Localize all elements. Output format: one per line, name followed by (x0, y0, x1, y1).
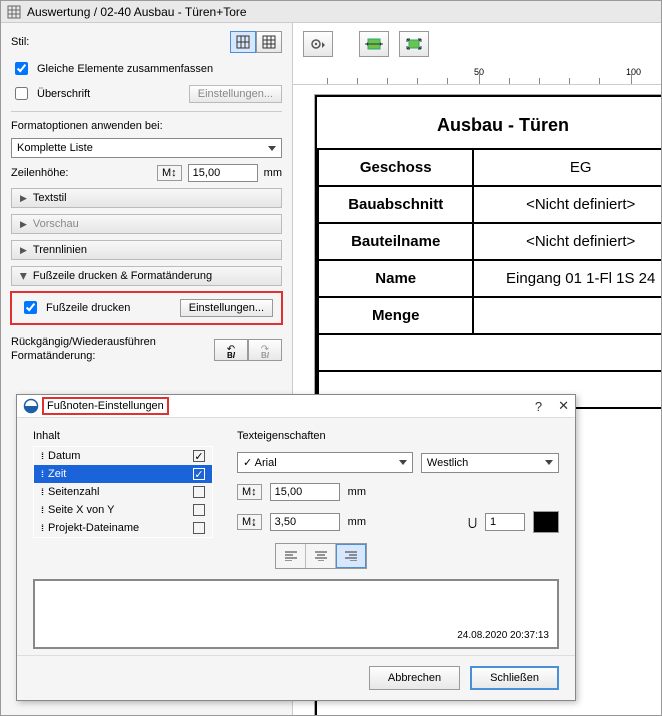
print-footer-checkbox[interactable] (24, 301, 37, 314)
table-row: GeschossEG (318, 149, 661, 186)
chevron-down-icon (268, 146, 276, 151)
list-item[interactable]: ⁞⁞Datum (34, 447, 212, 465)
data-table: GeschossEG Bauabschnitt<Nicht definiert>… (317, 148, 661, 409)
text-align-group (275, 543, 367, 569)
footer-settings-button[interactable]: Einstellungen... (180, 299, 273, 317)
row-height-input[interactable] (188, 164, 258, 182)
accordion-fusszeile[interactable]: ▶Fußzeile drucken & Formatänderung (11, 266, 282, 286)
footnote-settings-dialog: Fußnoten-Einstellungen ? ✕ Inhalt ⁞⁞Datu… (16, 394, 576, 701)
script-select[interactable]: Westlich (421, 453, 559, 473)
list-item[interactable]: ⁞⁞Projekt-Dateiname (34, 519, 212, 537)
textprops-heading: Texteigenschaften (237, 430, 559, 442)
dialog-title: Fußnoten-Einstellungen (43, 398, 168, 414)
accordion-trennlinien[interactable]: ▶Trennlinien (11, 240, 282, 260)
table-row: Menge1 (318, 297, 661, 334)
accordion-vorschau[interactable]: ▶Vorschau (11, 214, 282, 234)
table-icon (7, 5, 21, 19)
heading-label: Überschrift (37, 88, 90, 100)
help-button[interactable]: ? (535, 399, 542, 414)
line-height-input[interactable] (270, 513, 340, 531)
chevron-down-icon (399, 460, 407, 465)
unit-label: mm (264, 167, 282, 179)
fit-page-button[interactable] (399, 31, 429, 57)
align-center-button[interactable] (306, 544, 336, 568)
settings-menu-button[interactable] (303, 31, 333, 57)
preview-text: 24.08.2020 20:37:13 (457, 630, 549, 641)
ruler-horizontal: 50 100 (293, 65, 661, 85)
close-button[interactable]: Schließen (470, 666, 559, 690)
close-icon[interactable]: ✕ (558, 398, 569, 414)
heading-checkbox[interactable] (15, 87, 28, 100)
accordion-textstil[interactable]: ▶Textstil (11, 188, 282, 208)
heading-settings-button[interactable]: Einstellungen... (189, 85, 282, 103)
table-row: Bauteilname<Nicht definiert> (318, 223, 661, 260)
pen-icon: ⋃ (468, 516, 477, 529)
undo-label-2: Formatänderung: (11, 350, 95, 362)
row-height-label: Zeilenhöhe: (11, 167, 69, 179)
view-grid-button[interactable] (256, 31, 282, 53)
list-item[interactable]: ⁞⁞Zeit (34, 465, 212, 483)
font-select[interactable]: ✓ Arial (237, 452, 413, 473)
list-item[interactable]: ⁞⁞Seite X von Y (34, 501, 212, 519)
row-height-mode-icon[interactable]: M↕ (157, 165, 182, 181)
app-icon (23, 398, 39, 414)
format-options-select[interactable]: Komplette Liste (11, 138, 282, 158)
content-heading: Inhalt (33, 430, 213, 442)
redo-format-button[interactable]: ↷BI (248, 339, 282, 361)
undo-label-1: Rückgängig/Wiederausführen (11, 336, 156, 348)
style-label: Stil: (11, 36, 29, 48)
merge-same-checkbox[interactable] (15, 62, 28, 75)
window-title: Auswertung / 02-40 Ausbau - Türen+Tore (27, 5, 247, 19)
align-left-button[interactable] (276, 544, 306, 568)
table-row: Bauabschnitt<Nicht definiert> (318, 186, 661, 223)
view-table-button[interactable] (230, 31, 256, 53)
preview-box: 24.08.2020 20:37:13 (33, 579, 559, 649)
cancel-button[interactable]: Abbrechen (369, 666, 460, 690)
fit-width-button[interactable] (359, 31, 389, 57)
pen-weight-input[interactable] (485, 513, 525, 531)
line-height-icon[interactable]: M↨ (237, 514, 262, 530)
undo-format-button[interactable]: ↶BI (214, 339, 248, 361)
sheet-title: Ausbau - Türen (317, 115, 661, 136)
content-list: ⁞⁞Datum ⁞⁞Zeit ⁞⁞Seitenzahl ⁞⁞Seite X vo… (33, 446, 213, 538)
font-height-input[interactable] (270, 483, 340, 501)
table-row: NameEingang 01 1-Fl 1S 24 (318, 260, 661, 297)
table-row: 1 (318, 334, 661, 371)
footer-section: Fußzeile drucken Einstellungen... (11, 292, 282, 324)
chevron-down-icon (545, 460, 553, 465)
color-swatch[interactable] (533, 511, 559, 533)
list-item[interactable]: ⁞⁞Seitenzahl (34, 483, 212, 501)
dialog-titlebar[interactable]: Fußnoten-Einstellungen ? ✕ (17, 395, 575, 418)
height-mode-icon[interactable]: M↕ (237, 484, 262, 500)
format-options-label: Formatoptionen anwenden bei: (11, 120, 282, 132)
align-right-button[interactable] (336, 544, 366, 568)
merge-same-label: Gleiche Elemente zusammenfassen (37, 63, 213, 75)
print-footer-label: Fußzeile drucken (46, 302, 130, 314)
window-titlebar: Auswertung / 02-40 Ausbau - Türen+Tore (1, 1, 661, 23)
